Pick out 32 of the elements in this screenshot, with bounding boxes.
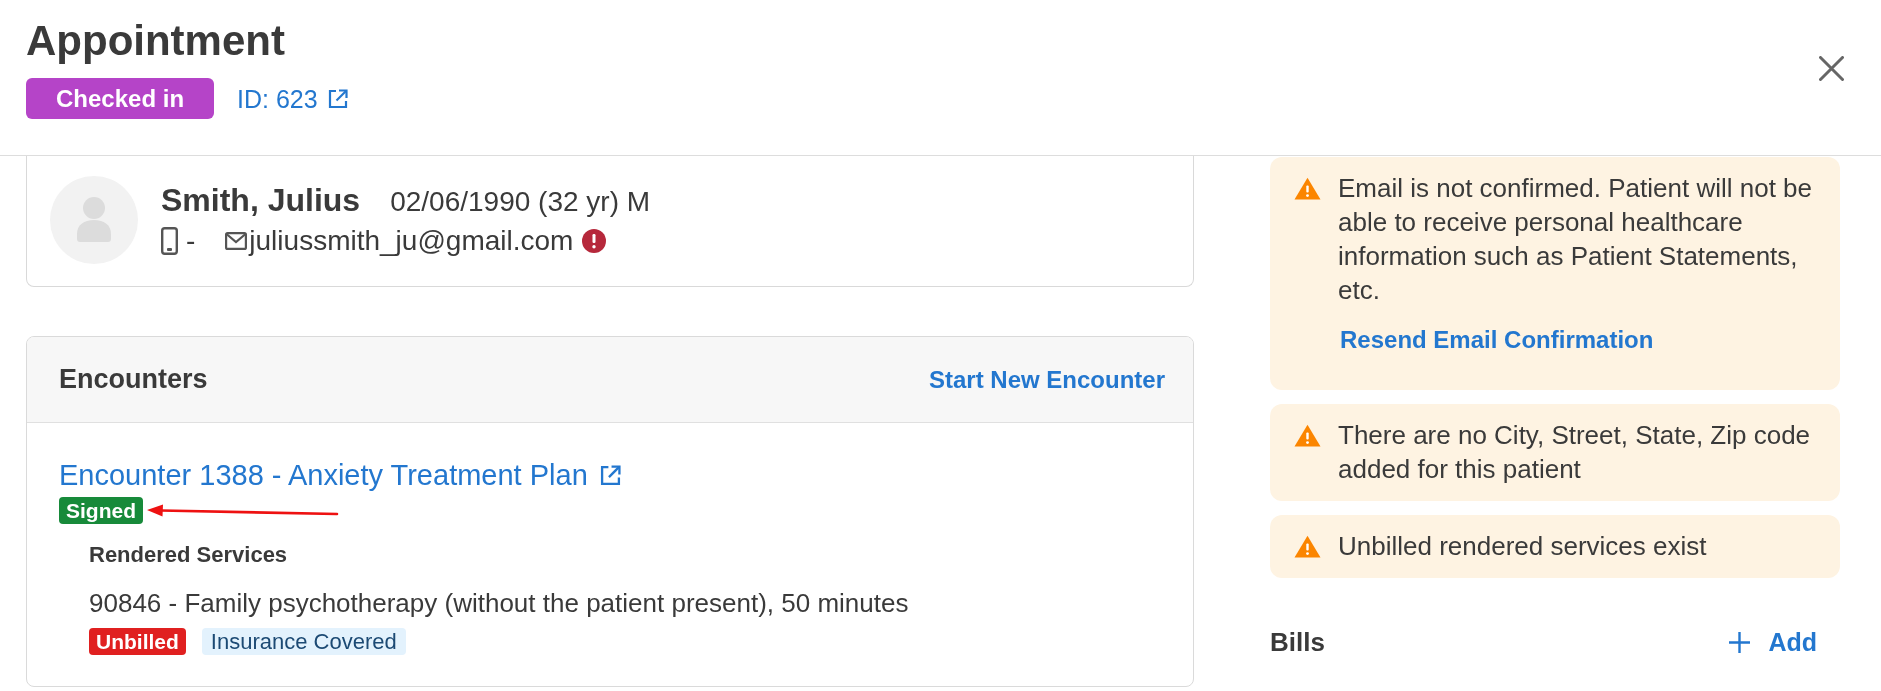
patient-name: Smith, Julius xyxy=(161,181,361,220)
email-value: juliussmith_ju@gmail.com xyxy=(249,224,574,258)
service-tag: Insurance Covered xyxy=(201,628,406,655)
encounters-title: Encounters xyxy=(59,364,208,395)
id-link[interactable]: ID: 623 xyxy=(237,83,348,114)
mail-icon xyxy=(225,232,248,250)
warning-icon xyxy=(1294,534,1321,558)
warning-icon xyxy=(1294,423,1321,447)
alert-text: Unbilled rendered services exist xyxy=(1338,530,1707,563)
service-description: 90846 - Family psychotherapy (without the patient present), 50 minutes xyxy=(89,588,909,618)
resend-email-link[interactable]: Resend Email Confirmation xyxy=(1340,323,1654,357)
warning-icon xyxy=(1294,176,1321,200)
avatar-icon xyxy=(50,176,138,264)
page-title: Appointment xyxy=(26,16,286,66)
phone-value: - xyxy=(186,224,196,258)
alert-text: There are no City, Street, State, Zip code added for this patient xyxy=(1338,419,1812,486)
alert-text: Email is not confirmed. Patient will not be able to receive personal healthcare information such as Patient Statements, etc. xyxy=(1338,172,1813,307)
add-bill-button[interactable]: Add xyxy=(1729,627,1817,657)
encounter-link[interactable]: Encounter 1388 - Anxiety Treatment Plan xyxy=(59,457,621,493)
close-icon xyxy=(1819,56,1844,81)
external-link-icon xyxy=(327,88,348,109)
patient-details: 02/06/1990 (32 yr) M xyxy=(390,185,651,219)
service-tag: Unbilled xyxy=(89,628,186,655)
encounter-status-badge: Signed xyxy=(59,497,143,524)
phone-icon xyxy=(161,227,178,255)
external-link-icon xyxy=(599,464,621,486)
plus-icon xyxy=(1729,631,1751,653)
services-heading: Rendered Services xyxy=(89,541,288,569)
start-new-encounter-link[interactable]: Start New Encounter xyxy=(928,364,1165,395)
close-button[interactable] xyxy=(1819,56,1844,81)
status-badge: Checked in xyxy=(26,78,215,119)
bills-heading: Bills xyxy=(1270,626,1325,658)
